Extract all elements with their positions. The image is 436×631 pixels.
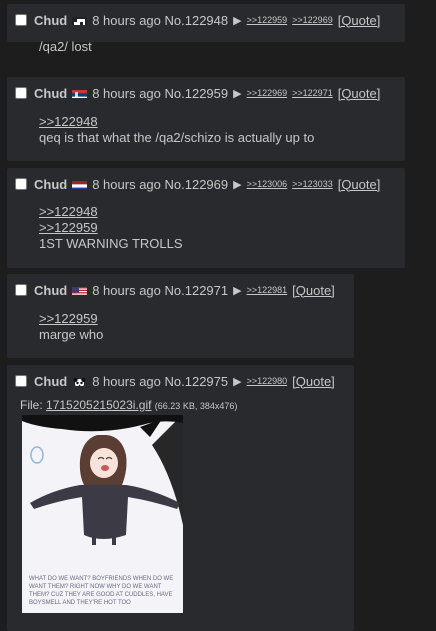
backlink[interactable]: >>123033 — [292, 179, 333, 189]
post-checkbox[interactable] — [15, 14, 27, 26]
file-info: File: 1715205215023i.gif (66.23 KB, 384x… — [20, 398, 237, 412]
post-header: Chud 8 hours ago No.122969 ▶ >>123006 >>… — [15, 176, 380, 192]
post-menu-arrow-icon[interactable]: ▶ — [233, 178, 241, 191]
quote-button[interactable]: [Quote] — [338, 86, 381, 101]
post-header: Chud 8 hours ago No.122959 ▶ >>122969 >>… — [15, 85, 380, 101]
post-number[interactable]: No.122959 — [165, 86, 229, 101]
post-checkbox[interactable] — [15, 178, 27, 190]
post-122971: Chud 8 hours ago No.122971 ▶ >>122981 [Q… — [7, 274, 354, 358]
netherlands-flag-icon — [72, 179, 88, 189]
post-checkbox[interactable] — [15, 87, 27, 99]
file-details: (66.23 KB, 384x476) — [154, 401, 238, 411]
post-122975: Chud 8 hours ago No.122975 ▶ >>122980 [Q… — [7, 365, 354, 631]
post-checkbox[interactable] — [15, 284, 27, 296]
post-text: qeq is that what the /qa2/schizo is actu… — [39, 130, 315, 145]
post-time: 8 hours ago — [92, 85, 161, 101]
post-body: >>122959 marge who — [39, 311, 103, 343]
image-caption-text: WHAT DO WE WANT? BOYFRIENDS WHEN DO WE W… — [29, 576, 174, 606]
post-text: 1ST WARNING TROLLS — [39, 236, 183, 251]
poster-name: Chud — [34, 373, 68, 389]
quote-link[interactable]: >>122959 — [39, 311, 103, 327]
post-122969: Chud 8 hours ago No.122969 ▶ >>123006 >>… — [7, 168, 405, 268]
panda-flag-icon — [72, 376, 87, 386]
file-label: File: — [20, 398, 43, 412]
poster-name: Chud — [34, 176, 68, 192]
quote-link[interactable]: >>122959 — [39, 220, 183, 236]
quote-button[interactable]: [Quote] — [292, 374, 335, 389]
quote-button[interactable]: [Quote] — [338, 177, 381, 192]
post-time: 8 hours ago — [92, 373, 161, 389]
poster-name: Chud — [34, 12, 68, 28]
post-122948: Chud 8 hours ago No.122948 ▶ >>122959 >>… — [7, 4, 405, 54]
post-header: Chud 8 hours ago No.122948 ▶ >>122959 >>… — [15, 12, 380, 28]
post-time: 8 hours ago — [92, 12, 161, 28]
post-menu-arrow-icon[interactable]: ▶ — [233, 14, 241, 27]
post-number[interactable]: No.122948 — [165, 13, 229, 28]
backlink[interactable]: >>122969 — [247, 88, 288, 98]
post-text: marge who — [39, 327, 104, 342]
quote-button[interactable]: [Quote] — [338, 13, 381, 28]
post-image-thumbnail[interactable]: WHAT DO WE WANT? BOYFRIENDS WHEN DO WE W… — [22, 415, 183, 613]
post-menu-arrow-icon[interactable]: ▶ — [233, 284, 241, 297]
backlink[interactable]: >>122969 — [292, 15, 333, 25]
quote-button[interactable]: [Quote] — [292, 283, 335, 298]
post-header: Chud 8 hours ago No.122971 ▶ >>122981 [Q… — [15, 282, 335, 298]
post-122959: Chud 8 hours ago No.122959 ▶ >>122969 >>… — [7, 77, 405, 161]
backlink[interactable]: >>122971 — [292, 88, 333, 98]
post-time: 8 hours ago — [92, 176, 161, 192]
poster-name: Chud — [34, 85, 68, 101]
backlink[interactable]: >>122980 — [247, 376, 288, 386]
post-body: /qa2/ lost — [39, 39, 92, 55]
post-menu-arrow-icon[interactable]: ▶ — [233, 375, 241, 388]
post-time: 8 hours ago — [92, 282, 161, 298]
post-header: Chud 8 hours ago No.122975 ▶ >>122980 [Q… — [15, 373, 335, 389]
post-checkbox[interactable] — [15, 375, 27, 387]
serbia-flag-icon — [72, 88, 88, 98]
quote-link[interactable]: >>122948 — [39, 114, 314, 130]
backlink[interactable]: >>122981 — [247, 285, 288, 295]
post-menu-arrow-icon[interactable]: ▶ — [233, 87, 241, 100]
post-number[interactable]: No.122975 — [165, 374, 229, 389]
post-text: /qa2/ lost — [39, 39, 92, 54]
post-number[interactable]: No.122971 — [165, 283, 229, 298]
poster-name: Chud — [34, 282, 68, 298]
post-body: >>122948 >>122959 1ST WARNING TROLLS — [39, 204, 183, 252]
backlink[interactable]: >>122959 — [247, 15, 288, 25]
post-number[interactable]: No.122969 — [165, 177, 229, 192]
quote-link[interactable]: >>122948 — [39, 204, 183, 220]
usa-flag-icon — [72, 285, 88, 295]
file-link[interactable]: 1715205215023i.gif — [46, 398, 151, 412]
post-body: >>122948 qeq is that what the /qa2/schiz… — [39, 114, 314, 146]
pirate-flag-icon — [72, 15, 88, 25]
backlink[interactable]: >>123006 — [247, 179, 288, 189]
